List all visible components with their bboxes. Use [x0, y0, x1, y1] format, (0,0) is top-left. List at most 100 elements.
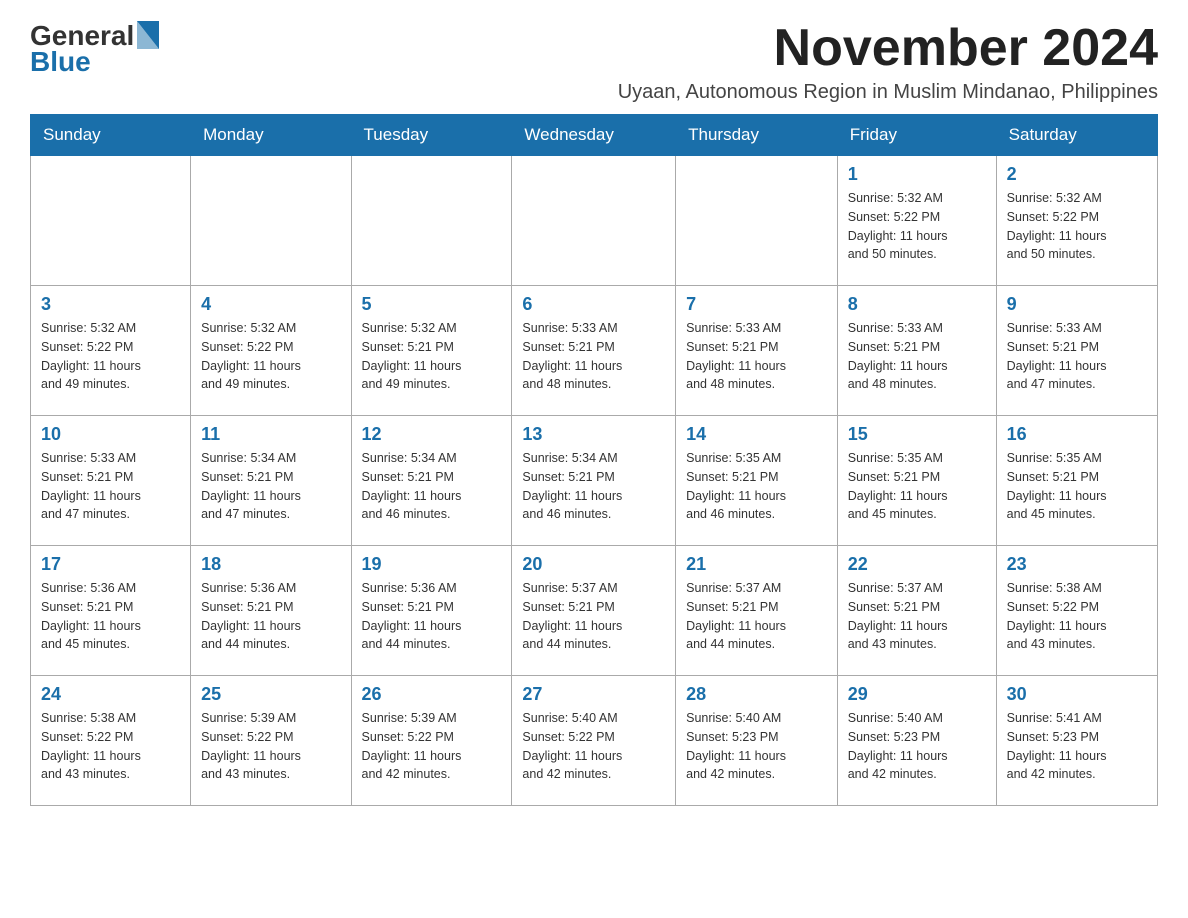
day-number: 14 [686, 424, 827, 445]
calendar-cell: 26 Sunrise: 5:39 AMSunset: 5:22 PMDayligh… [351, 676, 512, 806]
day-number: 1 [848, 164, 986, 185]
calendar-cell: 30 Sunrise: 5:41 AMSunset: 5:23 PMDayligh… [996, 676, 1157, 806]
week-row-1: 1 Sunrise: 5:32 AMSunset: 5:22 PMDaylight… [31, 156, 1158, 286]
day-info: Sunrise: 5:37 AMSunset: 5:21 PMDaylight:… [686, 579, 827, 654]
day-number: 9 [1007, 294, 1147, 315]
calendar-cell: 14 Sunrise: 5:35 AMSunset: 5:21 PMDayligh… [676, 416, 838, 546]
day-info: Sunrise: 5:33 AMSunset: 5:21 PMDaylight:… [41, 449, 180, 524]
day-info: Sunrise: 5:34 AMSunset: 5:21 PMDaylight:… [362, 449, 502, 524]
week-row-2: 3 Sunrise: 5:32 AMSunset: 5:22 PMDaylight… [31, 286, 1158, 416]
day-number: 23 [1007, 554, 1147, 575]
calendar-cell: 18 Sunrise: 5:36 AMSunset: 5:21 PMDayligh… [191, 546, 351, 676]
day-number: 13 [522, 424, 665, 445]
week-row-5: 24Sunrise: 5:38 AMSunset: 5:22 PMDayligh… [31, 676, 1158, 806]
header: General Blue November 2024 Uyaan, Autono… [30, 20, 1158, 104]
calendar-cell: 6 Sunrise: 5:33 AMSunset: 5:21 PMDaylight… [512, 286, 676, 416]
day-number: 28 [686, 684, 827, 705]
calendar-cell [512, 156, 676, 286]
calendar-cell: 9Sunrise: 5:33 AMSunset: 5:21 PMDaylight… [996, 286, 1157, 416]
day-info: Sunrise: 5:36 AMSunset: 5:21 PMDaylight:… [41, 579, 180, 654]
day-info: Sunrise: 5:39 AMSunset: 5:22 PMDaylight:… [201, 709, 340, 784]
days-header-row: SundayMondayTuesdayWednesdayThursdayFrid… [31, 115, 1158, 156]
day-number: 6 [522, 294, 665, 315]
calendar-cell: 12 Sunrise: 5:34 AMSunset: 5:21 PMDayligh… [351, 416, 512, 546]
calendar-cell: 11Sunrise: 5:34 AMSunset: 5:21 PMDayligh… [191, 416, 351, 546]
day-number: 16 [1007, 424, 1147, 445]
day-info: Sunrise: 5:33 AMSunset: 5:21 PMDaylight:… [848, 319, 986, 394]
day-info: Sunrise: 5:33 AMSunset: 5:21 PMDaylight:… [686, 319, 827, 394]
calendar-cell: 7 Sunrise: 5:33 AMSunset: 5:21 PMDaylight… [676, 286, 838, 416]
day-number: 25 [201, 684, 340, 705]
calendar-cell: 15Sunrise: 5:35 AMSunset: 5:21 PMDayligh… [837, 416, 996, 546]
day-info: Sunrise: 5:36 AMSunset: 5:21 PMDaylight:… [201, 579, 340, 654]
day-info: Sunrise: 5:32 AMSunset: 5:21 PMDaylight:… [362, 319, 502, 394]
day-info: Sunrise: 5:32 AMSunset: 5:22 PMDaylight:… [1007, 189, 1147, 264]
calendar-cell: 29 Sunrise: 5:40 AMSunset: 5:23 PMDayligh… [837, 676, 996, 806]
day-number: 24 [41, 684, 180, 705]
calendar-cell: 4 Sunrise: 5:32 AMSunset: 5:22 PMDaylight… [191, 286, 351, 416]
day-info: Sunrise: 5:37 AMSunset: 5:21 PMDaylight:… [522, 579, 665, 654]
day-number: 20 [522, 554, 665, 575]
day-info: Sunrise: 5:41 AMSunset: 5:23 PMDaylight:… [1007, 709, 1147, 784]
day-info: Sunrise: 5:36 AMSunset: 5:21 PMDaylight:… [362, 579, 502, 654]
day-header-friday: Friday [837, 115, 996, 156]
title-area: November 2024 Uyaan, Autonomous Region i… [618, 20, 1158, 104]
day-info: Sunrise: 5:34 AMSunset: 5:21 PMDaylight:… [522, 449, 665, 524]
calendar-cell: 5 Sunrise: 5:32 AMSunset: 5:21 PMDaylight… [351, 286, 512, 416]
day-number: 27 [522, 684, 665, 705]
day-number: 3 [41, 294, 180, 315]
calendar-cell: 21Sunrise: 5:37 AMSunset: 5:21 PMDayligh… [676, 546, 838, 676]
calendar-cell: 22 Sunrise: 5:37 AMSunset: 5:21 PMDayligh… [837, 546, 996, 676]
calendar-cell: 10Sunrise: 5:33 AMSunset: 5:21 PMDayligh… [31, 416, 191, 546]
day-info: Sunrise: 5:38 AMSunset: 5:22 PMDaylight:… [1007, 579, 1147, 654]
day-header-tuesday: Tuesday [351, 115, 512, 156]
calendar-cell [676, 156, 838, 286]
day-number: 26 [362, 684, 502, 705]
day-info: Sunrise: 5:40 AMSunset: 5:22 PMDaylight:… [522, 709, 665, 784]
calendar-cell: 2 Sunrise: 5:32 AMSunset: 5:22 PMDaylight… [996, 156, 1157, 286]
day-header-monday: Monday [191, 115, 351, 156]
calendar-cell [31, 156, 191, 286]
day-header-wednesday: Wednesday [512, 115, 676, 156]
day-number: 19 [362, 554, 502, 575]
day-info: Sunrise: 5:35 AMSunset: 5:21 PMDaylight:… [1007, 449, 1147, 524]
logo-blue-text: Blue [30, 46, 91, 78]
day-info: Sunrise: 5:37 AMSunset: 5:21 PMDaylight:… [848, 579, 986, 654]
day-info: Sunrise: 5:39 AMSunset: 5:22 PMDaylight:… [362, 709, 502, 784]
calendar-cell [351, 156, 512, 286]
day-number: 18 [201, 554, 340, 575]
day-number: 4 [201, 294, 340, 315]
calendar-cell: 28 Sunrise: 5:40 AMSunset: 5:23 PMDayligh… [676, 676, 838, 806]
day-number: 11 [201, 424, 340, 445]
day-number: 2 [1007, 164, 1147, 185]
day-number: 29 [848, 684, 986, 705]
calendar-cell: 20 Sunrise: 5:37 AMSunset: 5:21 PMDayligh… [512, 546, 676, 676]
day-header-saturday: Saturday [996, 115, 1157, 156]
day-number: 17 [41, 554, 180, 575]
calendar-cell: 27 Sunrise: 5:40 AMSunset: 5:22 PMDayligh… [512, 676, 676, 806]
location-subtitle: Uyaan, Autonomous Region in Muslim Minda… [618, 81, 1158, 104]
logo: General Blue [30, 20, 159, 78]
calendar-cell: 23 Sunrise: 5:38 AMSunset: 5:22 PMDayligh… [996, 546, 1157, 676]
day-info: Sunrise: 5:32 AMSunset: 5:22 PMDaylight:… [848, 189, 986, 264]
day-header-sunday: Sunday [31, 115, 191, 156]
calendar-cell: 24Sunrise: 5:38 AMSunset: 5:22 PMDayligh… [31, 676, 191, 806]
day-number: 7 [686, 294, 827, 315]
day-number: 30 [1007, 684, 1147, 705]
day-info: Sunrise: 5:40 AMSunset: 5:23 PMDaylight:… [686, 709, 827, 784]
day-info: Sunrise: 5:32 AMSunset: 5:22 PMDaylight:… [41, 319, 180, 394]
day-info: Sunrise: 5:35 AMSunset: 5:21 PMDaylight:… [686, 449, 827, 524]
calendar-cell: 19 Sunrise: 5:36 AMSunset: 5:21 PMDayligh… [351, 546, 512, 676]
day-info: Sunrise: 5:33 AMSunset: 5:21 PMDaylight:… [522, 319, 665, 394]
calendar-cell [191, 156, 351, 286]
day-info: Sunrise: 5:40 AMSunset: 5:23 PMDaylight:… [848, 709, 986, 784]
month-title: November 2024 [618, 20, 1158, 77]
day-number: 22 [848, 554, 986, 575]
calendar-cell: 25 Sunrise: 5:39 AMSunset: 5:22 PMDayligh… [191, 676, 351, 806]
calendar-cell: 13 Sunrise: 5:34 AMSunset: 5:21 PMDayligh… [512, 416, 676, 546]
day-number: 12 [362, 424, 502, 445]
calendar-header: SundayMondayTuesdayWednesdayThursdayFrid… [31, 115, 1158, 156]
week-row-4: 17 Sunrise: 5:36 AMSunset: 5:21 PMDayligh… [31, 546, 1158, 676]
day-info: Sunrise: 5:32 AMSunset: 5:22 PMDaylight:… [201, 319, 340, 394]
day-number: 5 [362, 294, 502, 315]
